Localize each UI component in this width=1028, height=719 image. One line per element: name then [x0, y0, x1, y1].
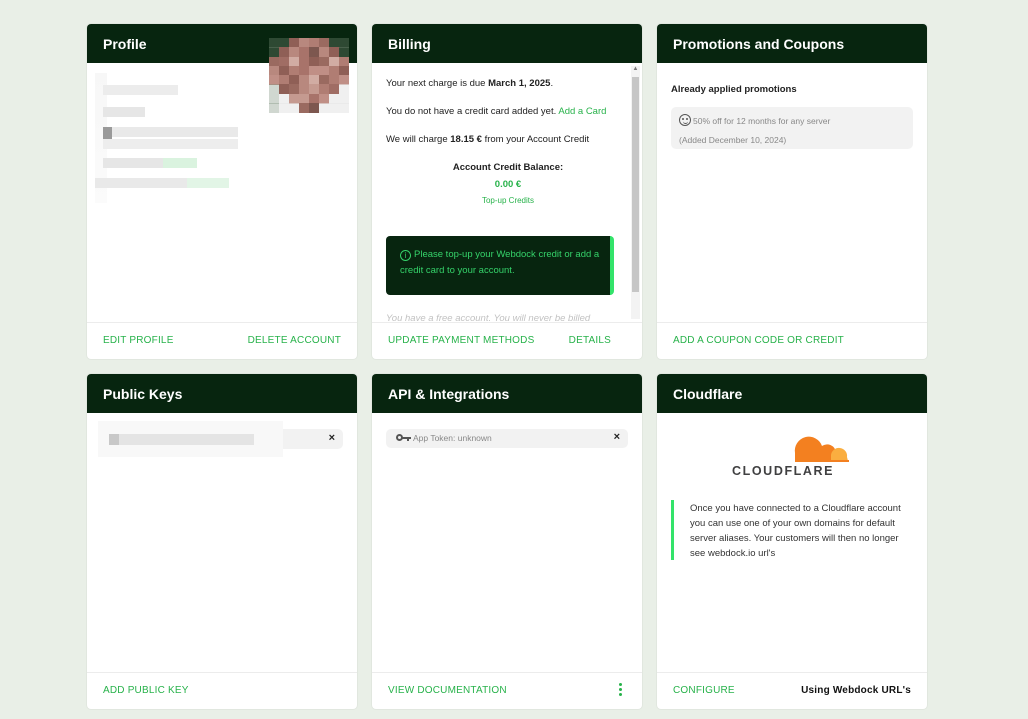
- url-status-label: Using Webdock URL's: [801, 685, 911, 696]
- cloudflare-logo: CLOUDFLARE: [731, 431, 855, 478]
- more-options-icon[interactable]: [619, 683, 622, 696]
- cloudflare-header: Cloudflare: [657, 374, 927, 413]
- applied-promotions-heading: Already applied promotions: [671, 84, 797, 95]
- cloudflare-logo-text: CLOUDFLARE: [732, 464, 835, 478]
- charge-suffix: from your Account Credit: [481, 134, 590, 145]
- billing-header: Billing: [372, 24, 642, 63]
- view-documentation-button[interactable]: VIEW DOCUMENTATION: [388, 685, 507, 696]
- add-card-link[interactable]: Add a Card: [558, 106, 606, 117]
- cloudflare-description: Once you have connected to a Cloudflare …: [671, 500, 905, 560]
- configure-cloudflare-button[interactable]: CONFIGURE: [673, 685, 735, 696]
- billing-details-button[interactable]: DETAILS: [569, 335, 611, 346]
- app-token-item: App Token: unknown ×: [386, 429, 628, 448]
- charge-text: We will charge 18.15 € from your Account…: [386, 133, 630, 147]
- profile-header: Profile: [87, 24, 357, 113]
- public-key-item: ×: [98, 421, 343, 457]
- api-header: API & Integrations: [372, 374, 642, 413]
- public-keys-title: Public Keys: [103, 386, 183, 402]
- no-card-message: You do not have a credit card added yet.: [386, 106, 559, 117]
- redacted-info: [187, 178, 229, 188]
- promotions-body: Already applied promotions 50% off for 1…: [657, 63, 927, 322]
- update-payment-methods-button[interactable]: UPDATE PAYMENT METHODS: [388, 335, 534, 346]
- delete-account-button[interactable]: DELETE ACCOUNT: [248, 335, 341, 346]
- next-charge-suffix: .: [550, 78, 554, 89]
- scroll-up-icon[interactable]: ▲: [631, 66, 640, 72]
- next-charge-prefix: Your next charge is due: [386, 78, 489, 89]
- charge-prefix: We will charge: [386, 134, 451, 145]
- cloudflare-body: CLOUDFLARE Once you have connected to a …: [657, 413, 927, 672]
- redacted-info: [103, 158, 163, 168]
- promotions-header: Promotions and Coupons: [657, 24, 927, 63]
- billing-scrollbar[interactable]: ▲: [631, 66, 640, 319]
- add-public-key-button[interactable]: ADD PUBLIC KEY: [103, 685, 189, 696]
- billing-footer: UPDATE PAYMENT METHODS DETAILS: [372, 322, 642, 359]
- api-title: API & Integrations: [388, 386, 510, 402]
- cloudflare-footer: CONFIGURE Using Webdock URL's: [657, 672, 927, 709]
- edit-profile-button[interactable]: EDIT PROFILE: [103, 335, 174, 346]
- promotion-date: (Added December 10, 2024): [679, 135, 787, 145]
- api-footer: VIEW DOCUMENTATION: [372, 672, 642, 709]
- cloud-icon: [794, 436, 849, 462]
- promotions-title: Promotions and Coupons: [673, 36, 845, 52]
- next-charge-date: March 1, 2025: [488, 78, 551, 89]
- profile-card: Profile EDIT PROFILE DELETE ACCOUNT: [87, 24, 357, 359]
- redacted-key-name: [109, 434, 254, 445]
- smile-icon: [679, 114, 691, 126]
- credit-balance-label: Account Credit Balance:: [452, 162, 564, 173]
- api-card: API & Integrations App Token: unknown × …: [372, 374, 642, 709]
- public-keys-body: ×: [87, 413, 357, 672]
- promotions-footer: ADD A COUPON CODE OR CREDIT: [657, 322, 927, 359]
- api-body: App Token: unknown ×: [372, 413, 642, 672]
- profile-footer: EDIT PROFILE DELETE ACCOUNT: [87, 322, 357, 359]
- next-charge-text: Your next charge is due March 1, 2025.: [386, 77, 630, 91]
- redacted-info: [103, 139, 238, 149]
- remove-key-icon[interactable]: ×: [329, 432, 335, 444]
- billing-card: Billing Your next charge is due March 1,…: [372, 24, 642, 359]
- alert-message: Please top-up your Webdock credit or add…: [400, 249, 600, 276]
- add-coupon-button[interactable]: ADD A COUPON CODE OR CREDIT: [673, 335, 844, 346]
- promotion-text: 50% off for 12 months for any server: [693, 116, 831, 126]
- profile-details: [87, 63, 357, 322]
- redacted-info: [103, 127, 238, 137]
- redacted-info: [103, 107, 145, 117]
- promotion-item: 50% off for 12 months for any server (Ad…: [671, 107, 913, 149]
- cloudflare-card: Cloudflare CLOUDFLARE Once you have conn…: [657, 374, 927, 709]
- credit-alert: i Please top-up your Webdock credit or ad…: [386, 236, 614, 295]
- scrollbar-thumb[interactable]: [632, 77, 639, 292]
- charge-amount: 18.15 €: [450, 134, 482, 145]
- billing-body[interactable]: Your next charge is due March 1, 2025. Y…: [372, 63, 642, 322]
- redacted-info: [103, 85, 178, 95]
- redacted-info: [163, 158, 197, 168]
- redacted-key-start: [109, 434, 119, 445]
- key-icon: [396, 434, 411, 442]
- public-keys-card: Public Keys × ADD PUBLIC KEY: [87, 374, 357, 709]
- topup-credits-link[interactable]: Top-up Credits: [386, 194, 630, 208]
- redacted-info: [95, 178, 195, 188]
- public-keys-header: Public Keys: [87, 374, 357, 413]
- public-keys-footer: ADD PUBLIC KEY: [87, 672, 357, 709]
- credit-balance-value: 0.00 €: [494, 179, 522, 190]
- remove-token-icon[interactable]: ×: [614, 431, 620, 443]
- info-icon: i: [400, 250, 411, 261]
- billing-title: Billing: [388, 36, 431, 52]
- app-token-text: App Token: unknown: [413, 433, 492, 443]
- no-card-text: You do not have a credit card added yet.…: [386, 105, 630, 119]
- free-account-text: You have a free account. You will never …: [386, 313, 591, 322]
- profile-title: Profile: [103, 36, 147, 52]
- cloudflare-title: Cloudflare: [673, 386, 743, 402]
- promotions-card: Promotions and Coupons Already applied p…: [657, 24, 927, 359]
